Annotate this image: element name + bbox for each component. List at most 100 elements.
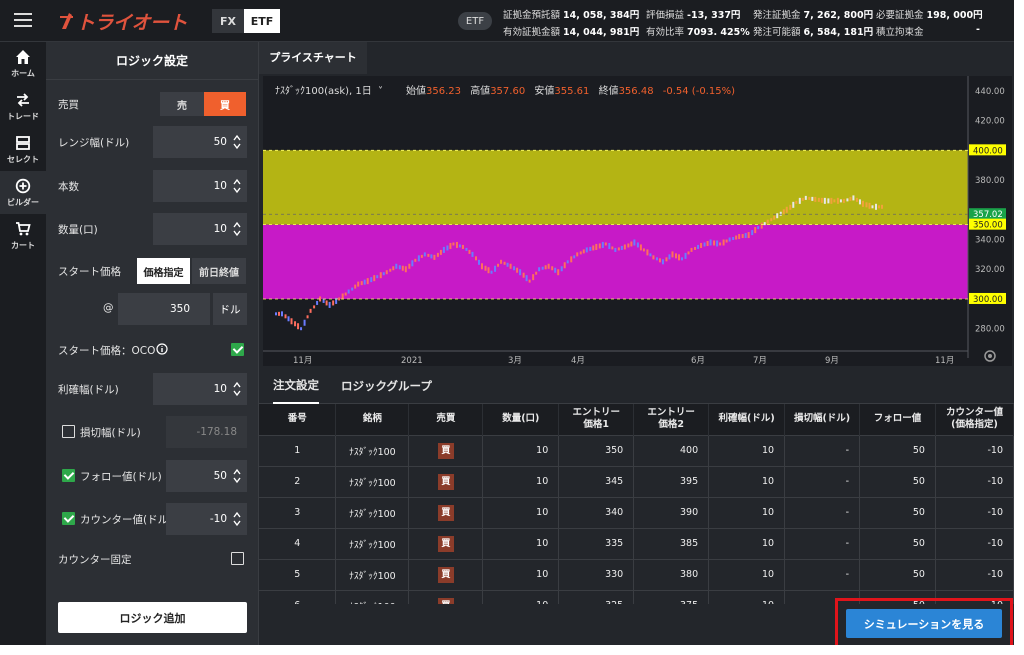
candle xyxy=(754,227,757,234)
table-row[interactable]: 4 ﾅｽﾀﾞｯｸ100 買 10 335 385 10-50 -10 xyxy=(259,527,1014,559)
candle xyxy=(557,269,560,276)
candle xyxy=(795,200,798,204)
candle xyxy=(636,242,639,248)
stepper-arrows-icon[interactable] xyxy=(233,221,241,237)
settings-gear-icon[interactable] xyxy=(984,350,996,362)
counter-fixed-row: カウンター固定 xyxy=(46,551,259,567)
nav-home[interactable]: ホーム xyxy=(0,42,46,85)
follow-stepper[interactable]: 50 xyxy=(166,460,247,492)
candle xyxy=(506,262,509,267)
chart-symbol[interactable]: ﾅｽﾀﾞｯｸ100(ask), 1日 xyxy=(275,85,372,97)
account-stat: 発注証拠金 7, 262, 800円 xyxy=(753,7,873,21)
x-tick-label: 2021 xyxy=(401,356,423,366)
table-row[interactable]: 1 ﾅｽﾀﾞｯｸ100 買 10 350 400 10-50 -10 xyxy=(259,434,1014,466)
cell-value: 10 xyxy=(708,558,786,590)
cell-side: 買 xyxy=(408,465,484,497)
tab-etf[interactable]: ETF xyxy=(244,9,280,33)
tp-stepper[interactable]: 10 xyxy=(153,373,247,405)
cell-value: 340 xyxy=(558,496,635,528)
stat-value: -13, 337円 xyxy=(687,10,741,21)
qty-stepper[interactable]: 10 xyxy=(153,213,247,245)
simulate-button[interactable]: シミュレーションを見る xyxy=(846,609,1002,638)
qty-value: 10 xyxy=(213,223,227,235)
sl-input[interactable]: -178.18 xyxy=(166,416,247,448)
counter-stepper[interactable]: -10 xyxy=(166,503,247,535)
x-tick-label: 4月 xyxy=(571,356,585,366)
start-price-input[interactable]: 350 xyxy=(118,293,210,325)
cell-value: -10 xyxy=(935,434,1014,466)
counter-fixed-checkbox[interactable] xyxy=(231,552,244,565)
candle xyxy=(744,233,747,239)
low-value: 355.61 xyxy=(554,86,589,97)
oco-label: スタート価格：OCO xyxy=(58,345,156,357)
stepper-arrows-icon[interactable] xyxy=(233,381,241,397)
table-row[interactable]: 3 ﾅｽﾀﾞｯｸ100 買 10 340 390 10-50 -10 xyxy=(259,496,1014,528)
logo[interactable]: トライオート xyxy=(60,8,188,34)
table-row[interactable]: 2 ﾅｽﾀﾞｯｸ100 買 10 345 395 10-50 -10 xyxy=(259,465,1014,497)
sell-button[interactable]: 売 xyxy=(160,92,204,116)
cell-value: - xyxy=(784,527,861,559)
cell-number: 1 xyxy=(259,434,337,466)
nav-trade[interactable]: トレード xyxy=(0,85,46,128)
cell-value: 335 xyxy=(558,527,635,559)
y-tick-label: 440.00 xyxy=(975,87,1005,97)
cell-symbol: ﾅｽﾀﾞｯｸ100 xyxy=(335,558,410,590)
candle xyxy=(846,198,849,202)
tab-order-settings[interactable]: 注文設定 xyxy=(273,368,319,404)
candle xyxy=(547,263,550,269)
counter-checkbox[interactable] xyxy=(62,512,75,525)
y-tick-label: 340.00 xyxy=(975,236,1005,246)
stepper-arrows-icon[interactable] xyxy=(233,511,241,527)
candle xyxy=(284,314,287,319)
hamburger-menu-icon[interactable] xyxy=(14,13,32,27)
nav-label: ホーム xyxy=(11,68,35,78)
candle xyxy=(395,263,398,269)
follow-checkbox[interactable] xyxy=(62,469,75,482)
prev-close-button[interactable]: 前日終値 xyxy=(192,258,246,284)
main-area: プライスチャート 440.00420.00400.00380.00357.023… xyxy=(259,42,1014,645)
candle xyxy=(392,266,395,271)
chevron-down-icon[interactable]: ˅ xyxy=(378,85,383,97)
candle xyxy=(404,266,407,273)
candle xyxy=(300,327,303,331)
nav-builder[interactable]: ビルダー xyxy=(0,171,46,214)
stat-label: 有効比率 xyxy=(646,27,685,38)
tab-fx[interactable]: FX xyxy=(212,9,244,33)
sl-checkbox[interactable] xyxy=(62,425,75,438)
candle xyxy=(322,298,325,303)
nav-select[interactable]: セレクト xyxy=(0,128,46,171)
stat-value: 7093. 425% xyxy=(687,27,750,38)
nav-label: トレード xyxy=(7,111,39,121)
info-icon[interactable] xyxy=(156,343,168,355)
nav-cart[interactable]: カート xyxy=(0,214,46,257)
oco-checkbox[interactable] xyxy=(231,343,244,356)
tab-logic-group[interactable]: ロジックグループ xyxy=(341,368,432,404)
stepper-arrows-icon[interactable] xyxy=(233,178,241,194)
price-specified-button[interactable]: 価格指定 xyxy=(137,258,190,284)
count-stepper[interactable]: 10 xyxy=(153,170,247,202)
candle xyxy=(427,253,430,257)
unit-text: ドル xyxy=(219,303,241,316)
candle xyxy=(481,263,483,270)
candle xyxy=(814,196,817,202)
col-header: 銘柄 xyxy=(335,404,410,435)
cell-value: 10 xyxy=(482,558,560,590)
buy-button[interactable]: 買 xyxy=(204,92,246,116)
add-logic-button[interactable]: ロジック追加 xyxy=(58,602,247,633)
account-stat: 有効証拠金額 14, 044, 981円 xyxy=(503,24,639,38)
candle xyxy=(592,245,595,251)
stepper-arrows-icon[interactable] xyxy=(233,134,241,150)
candle xyxy=(503,261,506,265)
table-row[interactable]: 5 ﾅｽﾀﾞｯｸ100 買 10 330 380 10-50 -10 xyxy=(259,558,1014,590)
side-row: 売買 売 買 xyxy=(46,92,259,116)
tab-price-chart[interactable]: プライスチャート xyxy=(259,42,367,74)
cell-value: 50 xyxy=(859,558,936,590)
cell-value: - xyxy=(784,434,861,466)
candle xyxy=(852,195,855,201)
candle xyxy=(509,263,512,269)
candle xyxy=(817,197,820,202)
stepper-arrows-icon[interactable] xyxy=(233,468,241,484)
candle xyxy=(313,305,316,309)
range-stepper[interactable]: 50 xyxy=(153,126,247,158)
candle xyxy=(668,254,671,260)
